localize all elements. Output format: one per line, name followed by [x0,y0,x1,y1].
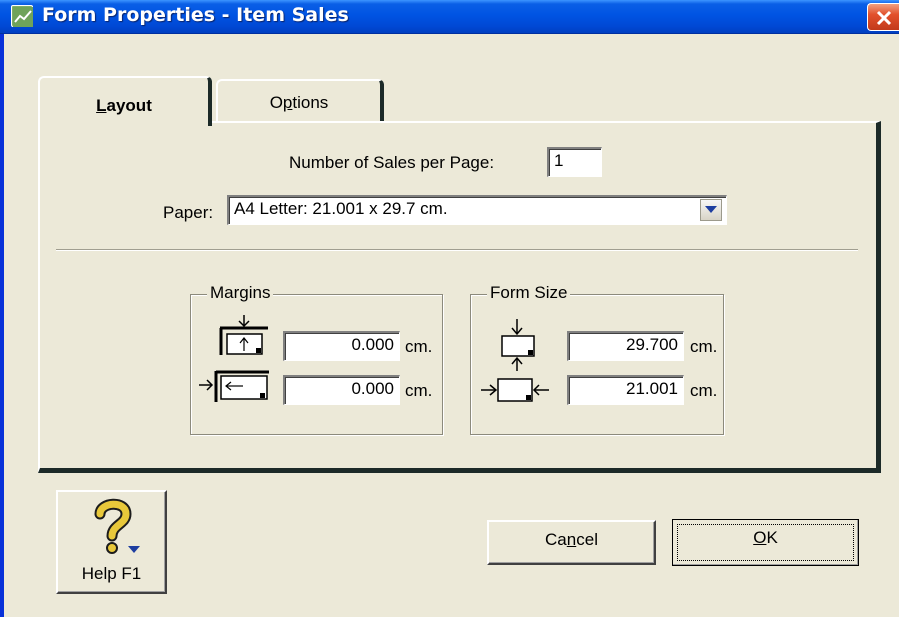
form-height-unit: cm. [690,337,718,356]
top-margin-input[interactable]: 0.000 [283,331,400,361]
sales-per-page-input[interactable]: 1 [547,147,602,177]
form-width-icon [481,378,549,402]
close-button[interactable] [867,3,899,31]
chevron-down-icon [705,206,717,213]
tab-options[interactable]: Options [216,79,384,121]
cancel-button[interactable]: Cancel [487,520,656,565]
separator [56,249,858,251]
paper-select[interactable]: A4 Letter: 21.001 x 29.7 cm. [227,195,727,225]
help-question-icon [94,498,140,554]
ok-button-label: OK [753,528,778,547]
window-border [0,0,4,617]
form-width-input[interactable]: 21.001 [567,375,684,405]
help-button-label: Help F1 [81,564,142,583]
help-button[interactable]: Help F1 [56,490,167,594]
ok-button[interactable]: OK [672,519,859,566]
app-icon [11,5,33,27]
form-size-title: Form Size [487,283,571,303]
margins-title: Margins [207,283,274,303]
top-margin-icon [219,315,268,355]
form-size-group: Form Size 29.700 cm. 21.001 cm. [470,283,724,435]
tab-layout-label: Layout [96,96,152,115]
left-margin-input[interactable]: 0.000 [283,375,400,405]
form-height-input[interactable]: 29.700 [567,331,684,361]
top-margin-unit: cm. [405,337,433,356]
close-icon [876,10,892,26]
paper-label: Paper: [163,203,214,222]
tab-options-label: Options [269,93,329,112]
form-height-icon [501,319,535,371]
paper-dropdown-button[interactable] [700,199,722,221]
left-margin-unit: cm. [405,381,433,400]
tab-layout[interactable]: Layout [38,76,212,126]
layout-panel: Number of Sales per Page: 1 Paper: A4 Le… [38,121,881,473]
window-title: Form Properties - Item Sales [42,4,349,26]
sales-per-page-label: Number of Sales per Page: [289,153,495,172]
margins-group: Margins 0.000 cm. 0.000 cm. [190,283,443,435]
dialog-window: Form Properties - Item Sales Options Lay… [0,0,899,617]
paper-select-value: A4 Letter: 21.001 x 29.7 cm. [234,199,448,218]
title-bar[interactable]: Form Properties - Item Sales [0,0,899,34]
cancel-button-label: Cancel [545,530,598,549]
left-margin-icon [199,370,269,402]
form-width-unit: cm. [690,381,718,400]
